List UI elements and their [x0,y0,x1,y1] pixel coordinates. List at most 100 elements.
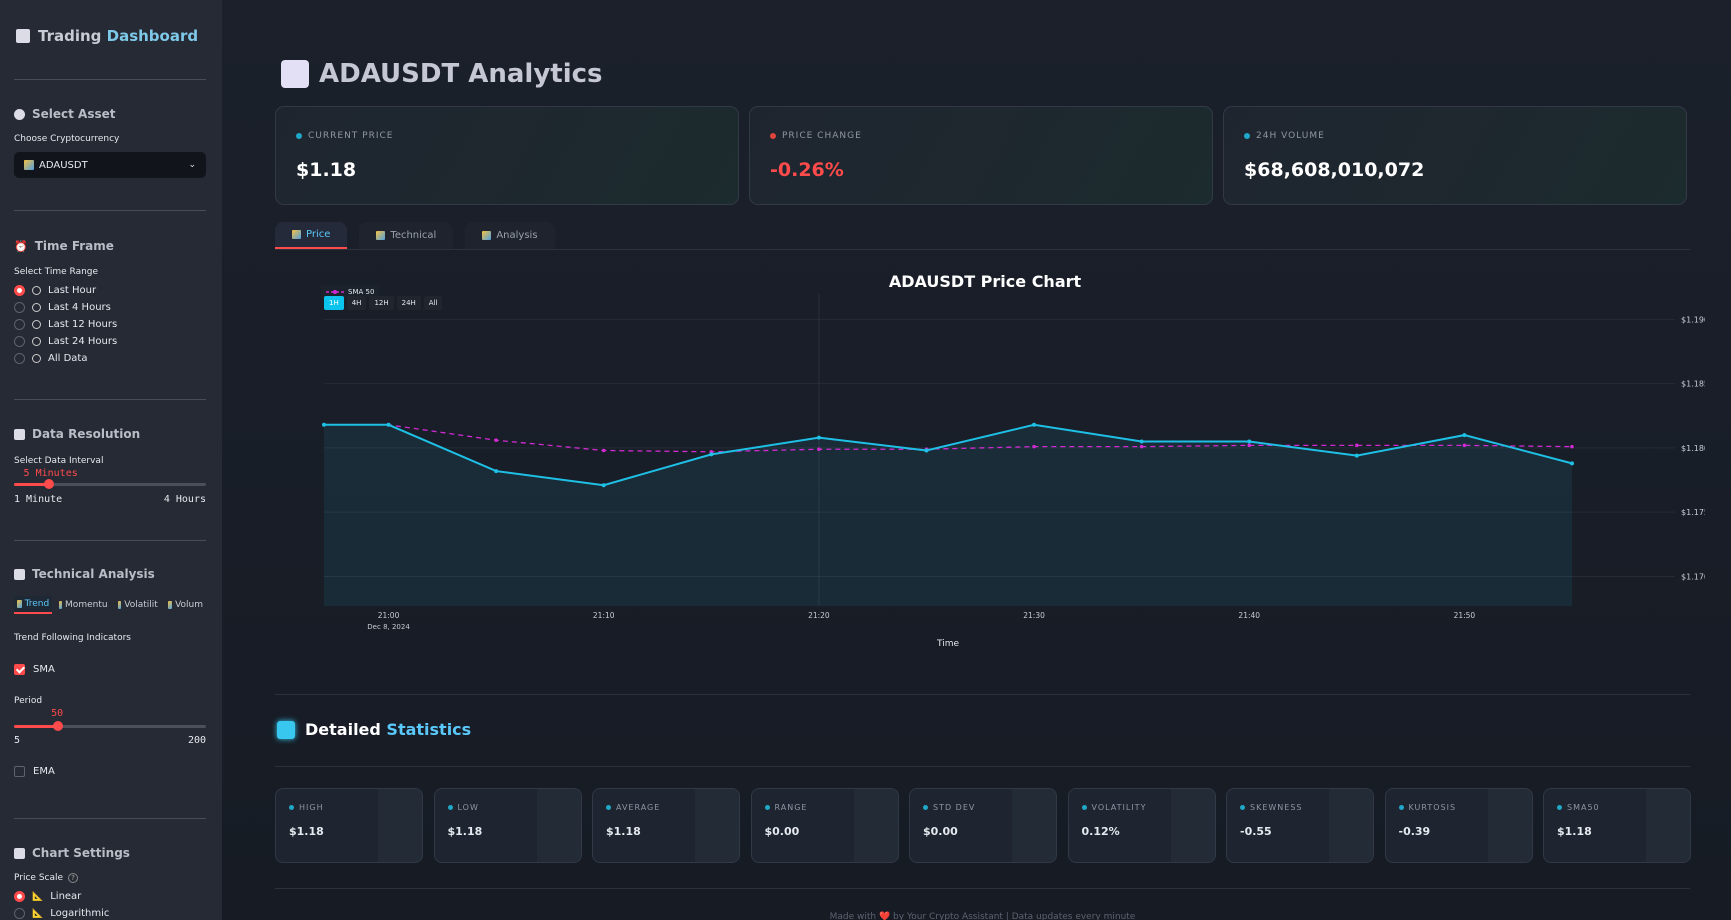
price-scale-option[interactable]: 📐 Logarithmic [14,908,109,919]
range-button[interactable]: 1H [324,296,344,310]
price-area [324,424,1572,606]
y-tick-label: $1.1900 [1681,315,1705,324]
sma-checkbox[interactable]: SMA [14,664,55,675]
status-dot [447,805,453,810]
alarm-clock-icon: ⏰ [14,239,28,253]
price-point [709,452,714,457]
main-tabs: Price Technical Analysis [275,222,555,249]
time-range-option[interactable]: Last 4 Hours [14,302,111,313]
metric-card: 24H VOLUME $68,608,010,072 [1223,106,1687,205]
analytics-icon [281,60,309,88]
stat-card: SKEWNESS -0.55 [1226,788,1374,863]
radio-button[interactable] [14,302,25,313]
metric-label: CURRENT PRICE [296,131,718,141]
divider [14,540,206,541]
trend-icon [17,600,22,608]
time-range-label: Last 12 Hours [48,319,118,330]
help-icon[interactable]: ? [68,873,79,883]
stat-label-text: LOW [457,803,479,812]
asset-select[interactable]: ADAUSDT ⌄ [14,152,206,178]
sidebar: Trading Dashboard Select Asset Choose Cr… [0,0,222,920]
statistics-icon [277,720,295,739]
ta-tab[interactable]: Volum [165,596,206,614]
time-range-label: Last 4 Hours [48,302,111,313]
range-button[interactable]: 12H [369,296,394,310]
stat-card: STD DEV $0.00 [909,788,1057,863]
bar-chart-icon [292,230,301,239]
trending-down-icon [482,231,492,240]
radio-button[interactable] [14,319,25,330]
period-value: 50 [51,708,64,719]
divider [275,694,1690,695]
price-point [494,469,499,474]
ema-checkbox[interactable]: EMA [14,766,55,777]
radio-button[interactable] [14,908,25,919]
price-chart[interactable]: ADAUSDT Price Chart $1.1900$1.1850$1.180… [275,262,1705,662]
resolution-icon [14,428,25,440]
stat-label: RANGE [764,803,885,812]
radio-button[interactable] [14,285,25,296]
time-range-option[interactable]: All Data [14,353,87,364]
price-scale-label: Price Scale ? [14,873,79,883]
range-selector: 1H 4H 12H 24H All [324,296,443,310]
settings-icon [14,847,25,859]
divider [14,399,206,400]
status-dot [1557,805,1562,810]
price-point [816,435,821,440]
price-point [386,422,391,427]
ta-tab[interactable]: Momentu [56,596,110,614]
price-point [1139,439,1144,444]
stat-value: $1.18 [447,825,483,838]
slider-thumb[interactable] [53,721,64,731]
sma-point [1355,443,1359,448]
time-range-option[interactable]: Last 12 Hours [14,319,117,330]
stat-card: AVERAGE $1.18 [592,788,740,863]
stat-label-text: HIGH [299,803,324,812]
tab-price[interactable]: Price [275,222,348,249]
time-range-option[interactable]: Last 24 Hours [14,336,117,347]
ta-tab[interactable]: Trend [14,596,53,614]
radio-button[interactable] [14,336,25,347]
stat-card: SMA50 $1.18 [1543,788,1691,863]
slider-fill [14,725,59,728]
x-tick-label: 21:40 [1238,611,1260,620]
sidebar-title-part2: Dashboard [106,27,199,45]
range-button[interactable]: 24H [396,296,421,310]
status-dot [289,805,294,810]
slider-thumb[interactable] [43,479,54,489]
sma-point [1139,444,1144,449]
divider [14,818,206,819]
stat-value: -0.55 [1240,825,1272,838]
section-heading: Technical Analysis [32,567,155,581]
data-interval-slider[interactable] [14,479,206,489]
time-range-option[interactable]: Last Hour [14,285,96,296]
chart-plot[interactable]: $1.1900 $1.1850 $1.1800 $1.1750 $1.1700 21:00… [275,262,1705,662]
stat-value: $1.18 [289,825,324,838]
stat-label: KURTOSIS [1398,803,1519,812]
price-point [322,422,326,427]
tab-technical[interactable]: Technical [359,222,454,249]
section-data-resolution: Data Resolution [14,427,140,441]
ema-label: EMA [33,766,55,777]
stat-label-text: RANGE [774,803,808,812]
tab-analysis[interactable]: Analysis [465,222,555,249]
stat-label-text: AVERAGE [616,803,661,812]
price-scale-option[interactable]: 📐 Linear [14,891,81,902]
sma-point [601,448,606,453]
metric-label: 24H VOLUME [1244,131,1666,141]
stat-value: $0.00 [764,825,800,838]
period-slider[interactable] [14,721,206,731]
sma-point [1247,443,1252,448]
chart-icon [24,160,34,170]
divider [14,210,206,211]
price-point [1354,453,1359,458]
data-interval-value: 5 Minutes [23,468,78,479]
range-button[interactable]: All [423,296,443,310]
slider-max: 200 [187,735,206,746]
radio-button[interactable] [14,353,25,364]
status-dot [1240,805,1245,810]
radio-button[interactable] [14,891,25,902]
range-button[interactable]: 4H [346,296,367,310]
ta-tab[interactable]: Volatilit [115,596,161,614]
divider [275,766,1690,767]
